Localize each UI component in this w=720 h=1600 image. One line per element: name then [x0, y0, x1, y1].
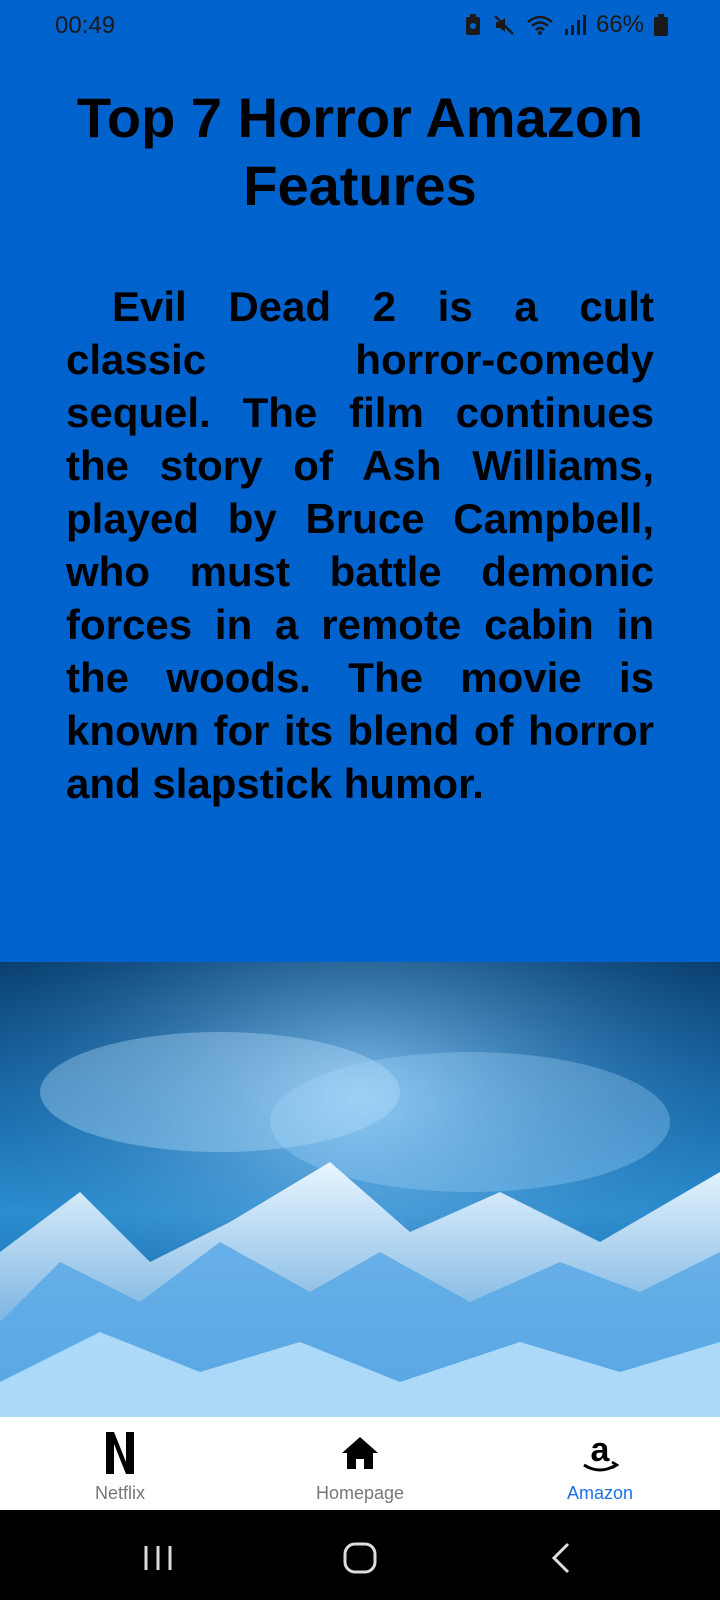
mountain-image	[0, 962, 720, 1417]
amazon-icon: a	[576, 1429, 624, 1477]
nav-netflix-label: Netflix	[94, 1483, 145, 1503]
bottom-nav: Netflix Homepage a Amazon	[0, 1417, 720, 1510]
mute-icon	[494, 15, 514, 35]
nav-amazon-label: Amazon	[566, 1483, 634, 1503]
nav-homepage[interactable]: Homepage	[240, 1417, 480, 1510]
signal-icon	[564, 15, 586, 35]
battery-saver-icon	[465, 14, 480, 35]
back-icon[interactable]	[542, 1538, 582, 1578]
nav-homepage-label: Homepage	[315, 1483, 405, 1503]
recent-apps-icon[interactable]	[138, 1538, 178, 1578]
nav-amazon[interactable]: a Amazon	[480, 1417, 720, 1510]
description-text: Evil Dead 2 is a cult classic horror-com…	[66, 283, 654, 807]
home-icon	[336, 1429, 384, 1477]
svg-text:a: a	[591, 1431, 611, 1469]
status-bar: 00:49 66%	[0, 0, 720, 54]
netflix-icon	[96, 1429, 144, 1477]
nav-netflix[interactable]: Netflix	[0, 1417, 240, 1510]
status-time: 00:49	[55, 12, 116, 39]
battery-percent: 66%	[595, 11, 644, 38]
system-nav-bar	[0, 1510, 720, 1600]
status-icons: 66%	[464, 11, 668, 39]
page-title: Top 7 Horror Amazon Features	[76, 86, 644, 217]
battery-icon	[654, 14, 668, 36]
wifi-icon	[527, 15, 553, 35]
home-button-icon[interactable]	[340, 1538, 380, 1578]
